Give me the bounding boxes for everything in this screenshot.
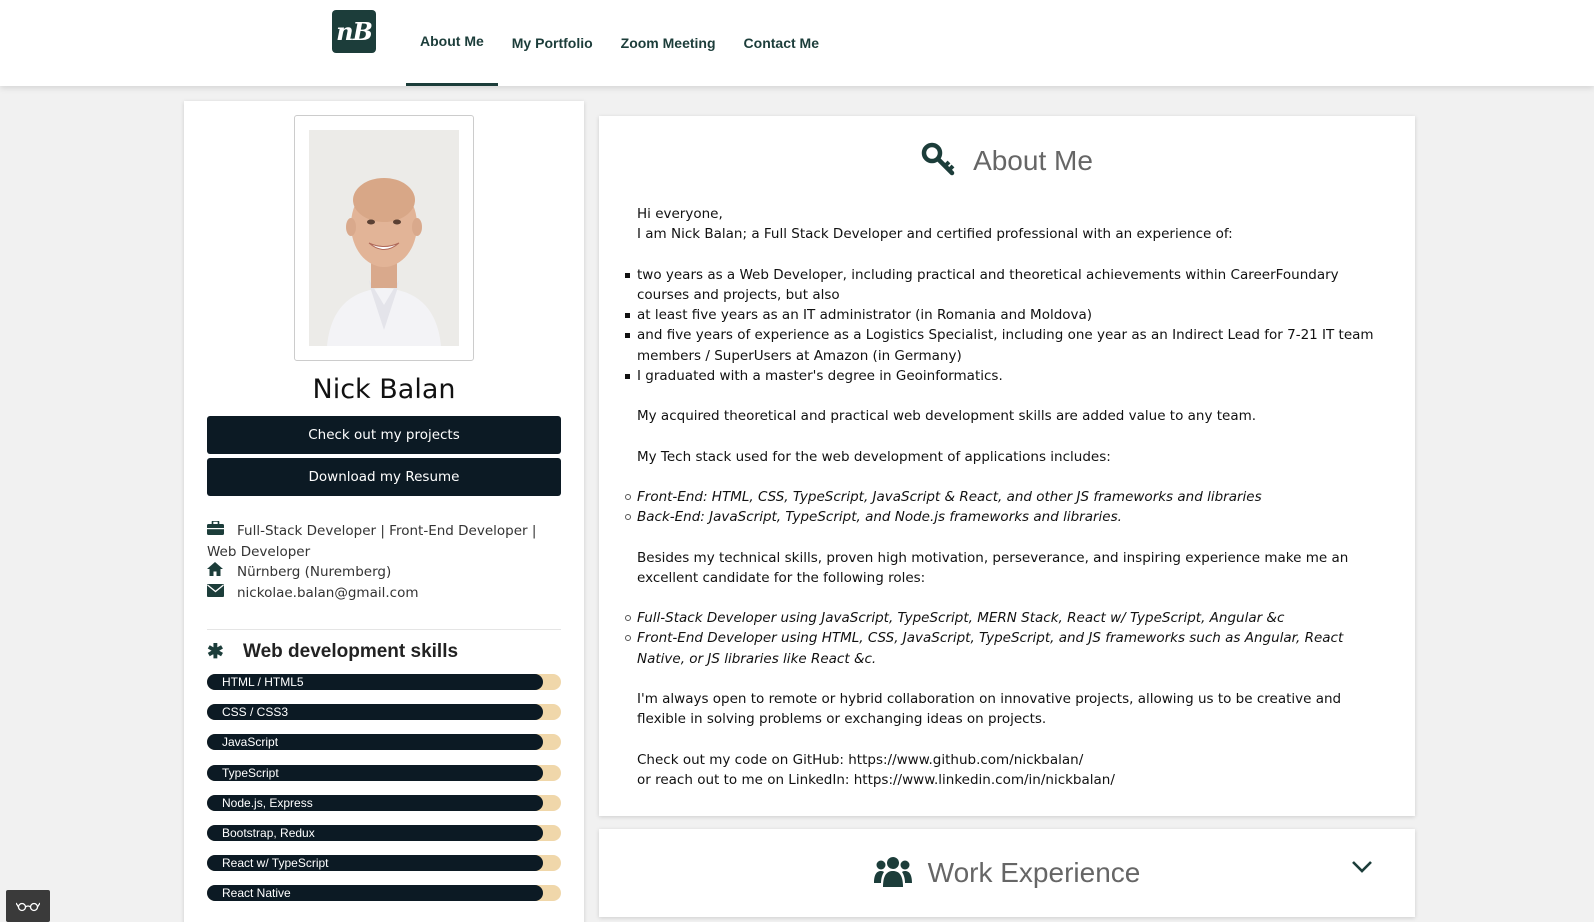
chevron-down-icon[interactable] bbox=[1351, 859, 1373, 878]
asterisk-icon: ✱ bbox=[207, 641, 224, 663]
roles-list: Full-Stack Developer using JavaScript, T… bbox=[625, 608, 1377, 669]
nav-about-me[interactable]: About Me bbox=[406, 0, 498, 86]
top-navbar: nB About Me My Portfolio Zoom Meeting Co… bbox=[0, 0, 1594, 86]
skill-bar-label: TypeScript bbox=[207, 764, 543, 781]
list-item: Back-End: JavaScript, TypeScript, and No… bbox=[625, 507, 1377, 527]
skill-bar-label: Bootstrap, Redux bbox=[207, 825, 543, 841]
about-title: About Me bbox=[973, 145, 1093, 176]
skill-bar: Node.js, Express bbox=[207, 794, 561, 811]
role-row: Full-Stack Developer | Front-End Develop… bbox=[207, 520, 561, 562]
skill-bar: Bootstrap, Redux bbox=[207, 825, 561, 841]
list-item: Full-Stack Developer using JavaScript, T… bbox=[625, 608, 1377, 628]
profile-info: Full-Stack Developer | Front-End Develop… bbox=[207, 520, 561, 604]
list-item: I graduated with a master's degree in Ge… bbox=[625, 366, 1377, 386]
github-link-text[interactable]: Check out my code on GitHub: https://www… bbox=[637, 750, 1377, 770]
skill-bar: TypeScript bbox=[207, 764, 561, 781]
skill-bar: CSS / CSS3 bbox=[207, 704, 561, 721]
location-text: Nürnberg (Nuremberg) bbox=[237, 564, 392, 580]
list-item: Front-End: HTML, CSS, TypeScript, JavaSc… bbox=[625, 487, 1377, 507]
about-text: Hi everyone, I am Nick Balan; a Full Sta… bbox=[625, 204, 1377, 790]
about-value: My acquired theoretical and practical we… bbox=[637, 408, 1257, 425]
nav-my-portfolio[interactable]: My Portfolio bbox=[498, 0, 607, 86]
about-me-card: About Me Hi everyone, I am Nick Balan; a… bbox=[599, 116, 1415, 816]
stack-list: Front-End: HTML, CSS, TypeScript, JavaSc… bbox=[625, 487, 1377, 528]
work-experience-card[interactable]: Work Experience bbox=[599, 829, 1415, 917]
location-row: Nürnberg (Nuremberg) bbox=[207, 562, 561, 583]
check-projects-button[interactable]: Check out my projects bbox=[207, 416, 561, 454]
list-item: and five years of experience as a Logist… bbox=[625, 325, 1377, 366]
about-collab: I'm always open to remote or hybrid coll… bbox=[637, 691, 1342, 728]
profile-photo bbox=[309, 130, 459, 346]
skill-bar-label: React w/ TypeScript bbox=[207, 855, 543, 872]
skill-bar: React w/ TypeScript bbox=[207, 855, 561, 872]
download-resume-button[interactable]: Download my Resume bbox=[207, 458, 561, 496]
skill-bar-label: CSS / CSS3 bbox=[207, 704, 543, 721]
site-logo[interactable]: nB bbox=[332, 10, 376, 53]
list-item: two years as a Web Developer, including … bbox=[625, 265, 1377, 306]
profile-divider bbox=[207, 629, 561, 630]
main-nav: About Me My Portfolio Zoom Meeting Conta… bbox=[406, 0, 833, 86]
skill-bar: React Native bbox=[207, 885, 561, 902]
nav-zoom-meeting[interactable]: Zoom Meeting bbox=[607, 0, 730, 86]
home-icon bbox=[207, 562, 237, 583]
work-title: Work Experience bbox=[927, 857, 1141, 888]
skills-title-text: Web development skills bbox=[243, 640, 459, 662]
experience-list: two years as a Web Developer, including … bbox=[625, 265, 1377, 387]
about-stack-intro: My Tech stack used for the web developme… bbox=[637, 448, 1111, 465]
skill-bar: HTML / HTML5 bbox=[207, 674, 561, 690]
briefcase-icon bbox=[207, 520, 237, 542]
role-text: Full-Stack Developer | Front-End Develop… bbox=[207, 523, 537, 560]
about-greeting: Hi everyone, bbox=[637, 206, 723, 222]
about-header: About Me bbox=[599, 142, 1415, 180]
key-icon bbox=[921, 142, 955, 180]
email-text[interactable]: nickolae.balan@gmail.com bbox=[237, 585, 419, 601]
about-candidate: Besides my technical skills, proven high… bbox=[637, 549, 1349, 586]
skill-bar: JavaScript bbox=[207, 734, 561, 751]
nav-contact-me[interactable]: Contact Me bbox=[730, 0, 833, 86]
skill-bar-label: HTML / HTML5 bbox=[207, 674, 543, 690]
skill-bar-label: Node.js, Express bbox=[207, 794, 543, 811]
profile-card: Nick Balan Check out my projects Downloa… bbox=[184, 101, 584, 922]
glasses-icon bbox=[15, 897, 41, 916]
linkedin-link-text[interactable]: or reach out to me on LinkedIn: https://… bbox=[637, 770, 1377, 790]
skill-bar-label: JavaScript bbox=[207, 734, 543, 751]
profile-photo-frame bbox=[294, 115, 474, 361]
work-header: Work Experience bbox=[599, 855, 1415, 891]
envelope-icon bbox=[207, 583, 237, 604]
list-item: Front-End Developer using HTML, CSS, Jav… bbox=[625, 628, 1377, 669]
users-icon bbox=[873, 855, 912, 891]
skill-bar-label: React Native bbox=[207, 885, 543, 902]
list-item: at least five years as an IT administrat… bbox=[625, 305, 1377, 325]
email-row: nickolae.balan@gmail.com bbox=[207, 583, 561, 604]
accessibility-toggle-button[interactable] bbox=[6, 890, 50, 922]
profile-name: Nick Balan bbox=[312, 374, 456, 405]
skills-heading: ✱ Web development skills bbox=[207, 639, 458, 664]
about-intro: I am Nick Balan; a Full Stack Developer … bbox=[637, 226, 1233, 243]
